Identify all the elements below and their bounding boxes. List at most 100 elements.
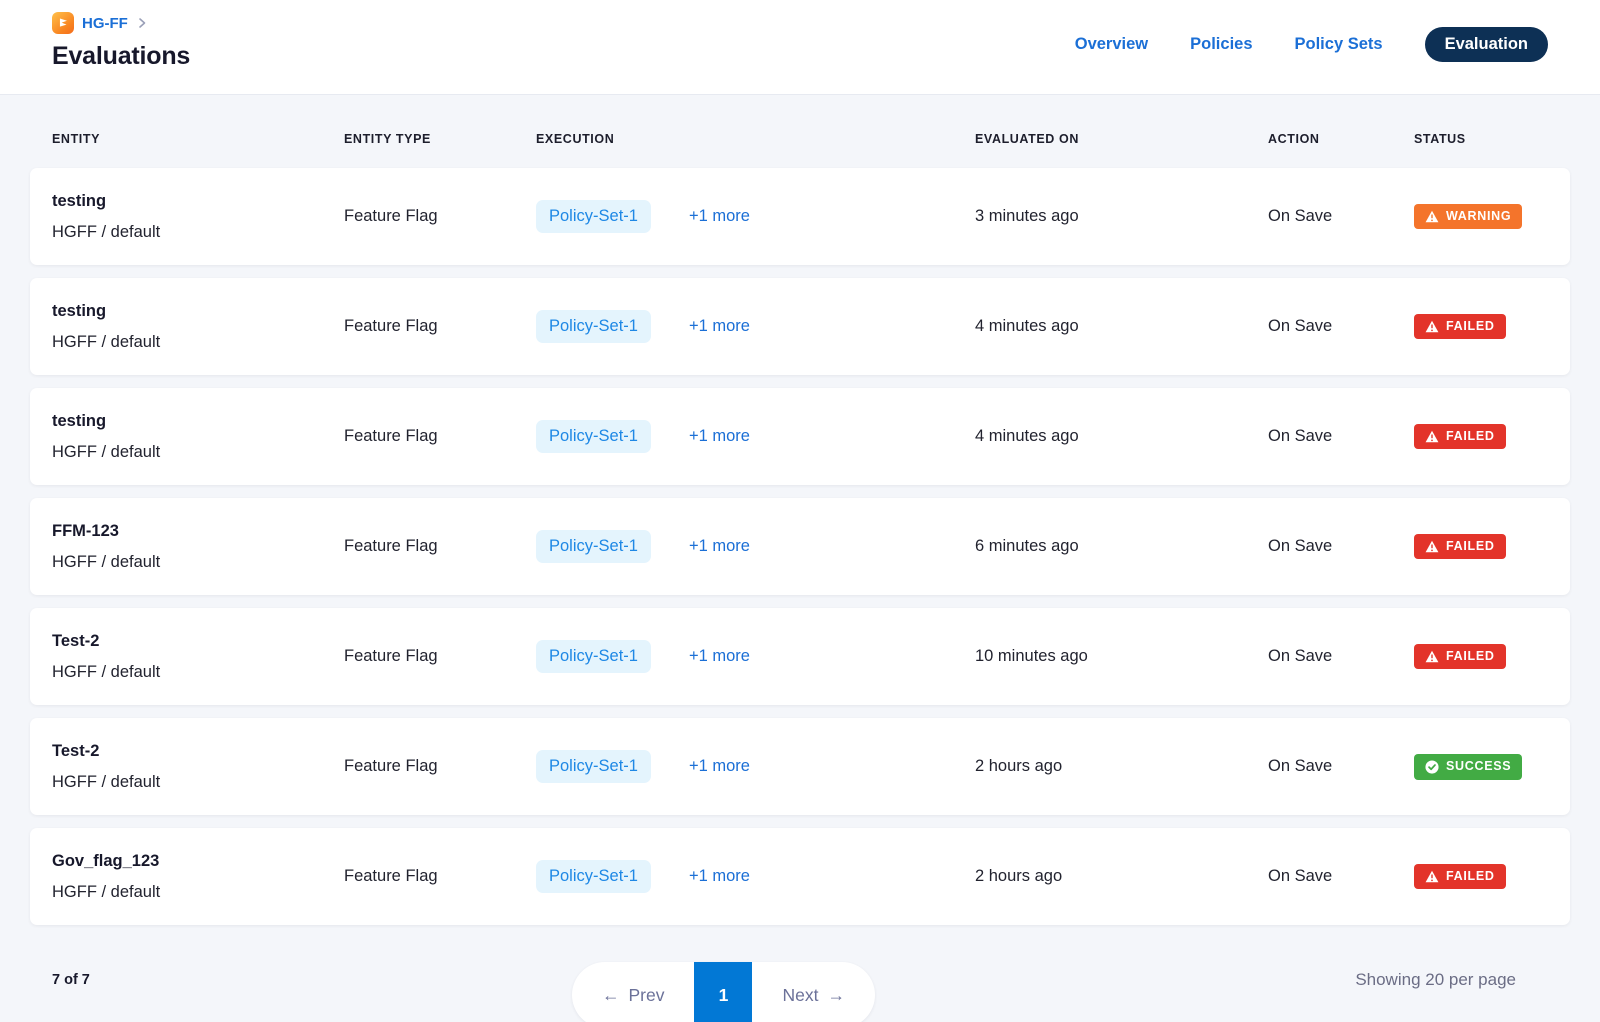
more-policies-link[interactable]: +1 more (689, 867, 750, 886)
entity-scope: HGFF / default (52, 443, 344, 462)
status-label: SUCCESS (1446, 760, 1511, 773)
tab-overview[interactable]: Overview (1075, 35, 1148, 54)
prev-page-button[interactable]: ← Prev (572, 962, 694, 1022)
evaluated-on: 3 minutes ago (975, 207, 1268, 226)
entity-type: Feature Flag (344, 647, 536, 666)
more-policies-link[interactable]: +1 more (689, 647, 750, 666)
status-badge: FAILED (1414, 314, 1506, 339)
warning-icon (1425, 870, 1439, 883)
entity-name: FFM-123 (52, 522, 344, 541)
col-header-execution: EXECUTION (536, 132, 975, 146)
entity-scope: HGFF / default (52, 883, 344, 902)
entity-scope: HGFF / default (52, 333, 344, 352)
pagination: ← Prev 1 Next → (572, 962, 875, 1022)
table-row[interactable]: testing HGFF / default Feature Flag Poli… (30, 168, 1570, 265)
tab-evaluation[interactable]: Evaluation (1425, 27, 1548, 62)
action: On Save (1268, 867, 1414, 886)
status-badge: FAILED (1414, 864, 1506, 889)
warning-icon (1425, 430, 1439, 443)
more-policies-link[interactable]: +1 more (689, 757, 750, 776)
policy-set-chip[interactable]: Policy-Set-1 (536, 640, 651, 673)
evaluated-on: 2 hours ago (975, 757, 1268, 776)
policy-set-chip[interactable]: Policy-Set-1 (536, 310, 651, 343)
breadcrumb-project-link[interactable]: HG-FF (82, 15, 128, 32)
more-policies-link[interactable]: +1 more (689, 427, 750, 446)
warning-icon (1425, 540, 1439, 553)
table-header-row: ENTITY ENTITY TYPE EXECUTION EVALUATED O… (30, 132, 1570, 146)
table-row[interactable]: FFM-123 HGFF / default Feature Flag Poli… (30, 498, 1570, 595)
more-policies-link[interactable]: +1 more (689, 537, 750, 556)
status-badge: SUCCESS (1414, 754, 1522, 780)
policy-set-chip[interactable]: Policy-Set-1 (536, 200, 651, 233)
entity-type: Feature Flag (344, 537, 536, 556)
evaluated-on: 4 minutes ago (975, 317, 1268, 336)
feature-flag-icon (52, 12, 74, 34)
col-header-entity: ENTITY (52, 132, 344, 146)
entity-type: Feature Flag (344, 427, 536, 446)
status-badge: FAILED (1414, 644, 1506, 669)
entity-type: Feature Flag (344, 757, 536, 776)
status-label: FAILED (1446, 650, 1495, 663)
arrow-right-icon: → (827, 985, 845, 1006)
col-header-status: STATUS (1414, 132, 1548, 146)
table-row[interactable]: testing HGFF / default Feature Flag Poli… (30, 278, 1570, 375)
current-page-button[interactable]: 1 (694, 962, 752, 1022)
col-header-entity-type: ENTITY TYPE (344, 132, 536, 146)
entity-scope: HGFF / default (52, 773, 344, 792)
table-row[interactable]: Test-2 HGFF / default Feature Flag Polic… (30, 718, 1570, 815)
warning-icon (1425, 210, 1439, 223)
entity-scope: HGFF / default (52, 663, 344, 682)
success-icon (1425, 760, 1439, 774)
table-body: testing HGFF / default Feature Flag Poli… (30, 168, 1570, 925)
top-nav: Overview Policies Policy Sets Evaluation (1075, 10, 1548, 64)
evaluated-on: 2 hours ago (975, 867, 1268, 886)
warning-icon (1425, 320, 1439, 333)
evaluated-on: 4 minutes ago (975, 427, 1268, 446)
entity-name: Test-2 (52, 632, 344, 651)
entity-type: Feature Flag (344, 317, 536, 336)
status-label: FAILED (1446, 320, 1495, 333)
entity-name: testing (52, 412, 344, 431)
table-row[interactable]: Test-2 HGFF / default Feature Flag Polic… (30, 608, 1570, 705)
chevron-right-icon (136, 17, 148, 29)
action: On Save (1268, 427, 1414, 446)
status-label: FAILED (1446, 430, 1495, 443)
action: On Save (1268, 207, 1414, 226)
entity-type: Feature Flag (344, 207, 536, 226)
tab-policy-sets[interactable]: Policy Sets (1295, 35, 1383, 54)
action: On Save (1268, 537, 1414, 556)
status-label: WARNING (1446, 210, 1511, 223)
action: On Save (1268, 647, 1414, 666)
action: On Save (1268, 317, 1414, 336)
entity-type: Feature Flag (344, 867, 536, 886)
status-label: FAILED (1446, 540, 1495, 553)
policy-set-chip[interactable]: Policy-Set-1 (536, 750, 651, 783)
result-count: 7 of 7 (52, 972, 90, 988)
more-policies-link[interactable]: +1 more (689, 207, 750, 226)
col-header-action: ACTION (1268, 132, 1414, 146)
tab-policies[interactable]: Policies (1190, 35, 1252, 54)
policy-set-chip[interactable]: Policy-Set-1 (536, 420, 651, 453)
per-page-label: Showing 20 per page (1355, 970, 1516, 990)
more-policies-link[interactable]: +1 more (689, 317, 750, 336)
col-header-evaluated-on: EVALUATED ON (975, 132, 1268, 146)
table-footer: 7 of 7 ← Prev 1 Next → Showing 20 per pa… (0, 958, 1600, 1022)
policy-set-chip[interactable]: Policy-Set-1 (536, 530, 651, 563)
page-header: HG-FF Evaluations Overview Policies Poli… (0, 0, 1600, 95)
status-badge: FAILED (1414, 534, 1506, 559)
entity-name: Gov_flag_123 (52, 852, 344, 871)
table-row[interactable]: testing HGFF / default Feature Flag Poli… (30, 388, 1570, 485)
entity-name: testing (52, 192, 344, 211)
evaluated-on: 6 minutes ago (975, 537, 1268, 556)
breadcrumb: HG-FF (52, 10, 190, 36)
status-label: FAILED (1446, 870, 1495, 883)
status-badge: FAILED (1414, 424, 1506, 449)
evaluated-on: 10 minutes ago (975, 647, 1268, 666)
table-row[interactable]: Gov_flag_123 HGFF / default Feature Flag… (30, 828, 1570, 925)
entity-name: Test-2 (52, 742, 344, 761)
next-page-button[interactable]: Next → (752, 962, 874, 1022)
entity-scope: HGFF / default (52, 553, 344, 572)
warning-icon (1425, 650, 1439, 663)
policy-set-chip[interactable]: Policy-Set-1 (536, 860, 651, 893)
page-title: Evaluations (52, 42, 190, 71)
